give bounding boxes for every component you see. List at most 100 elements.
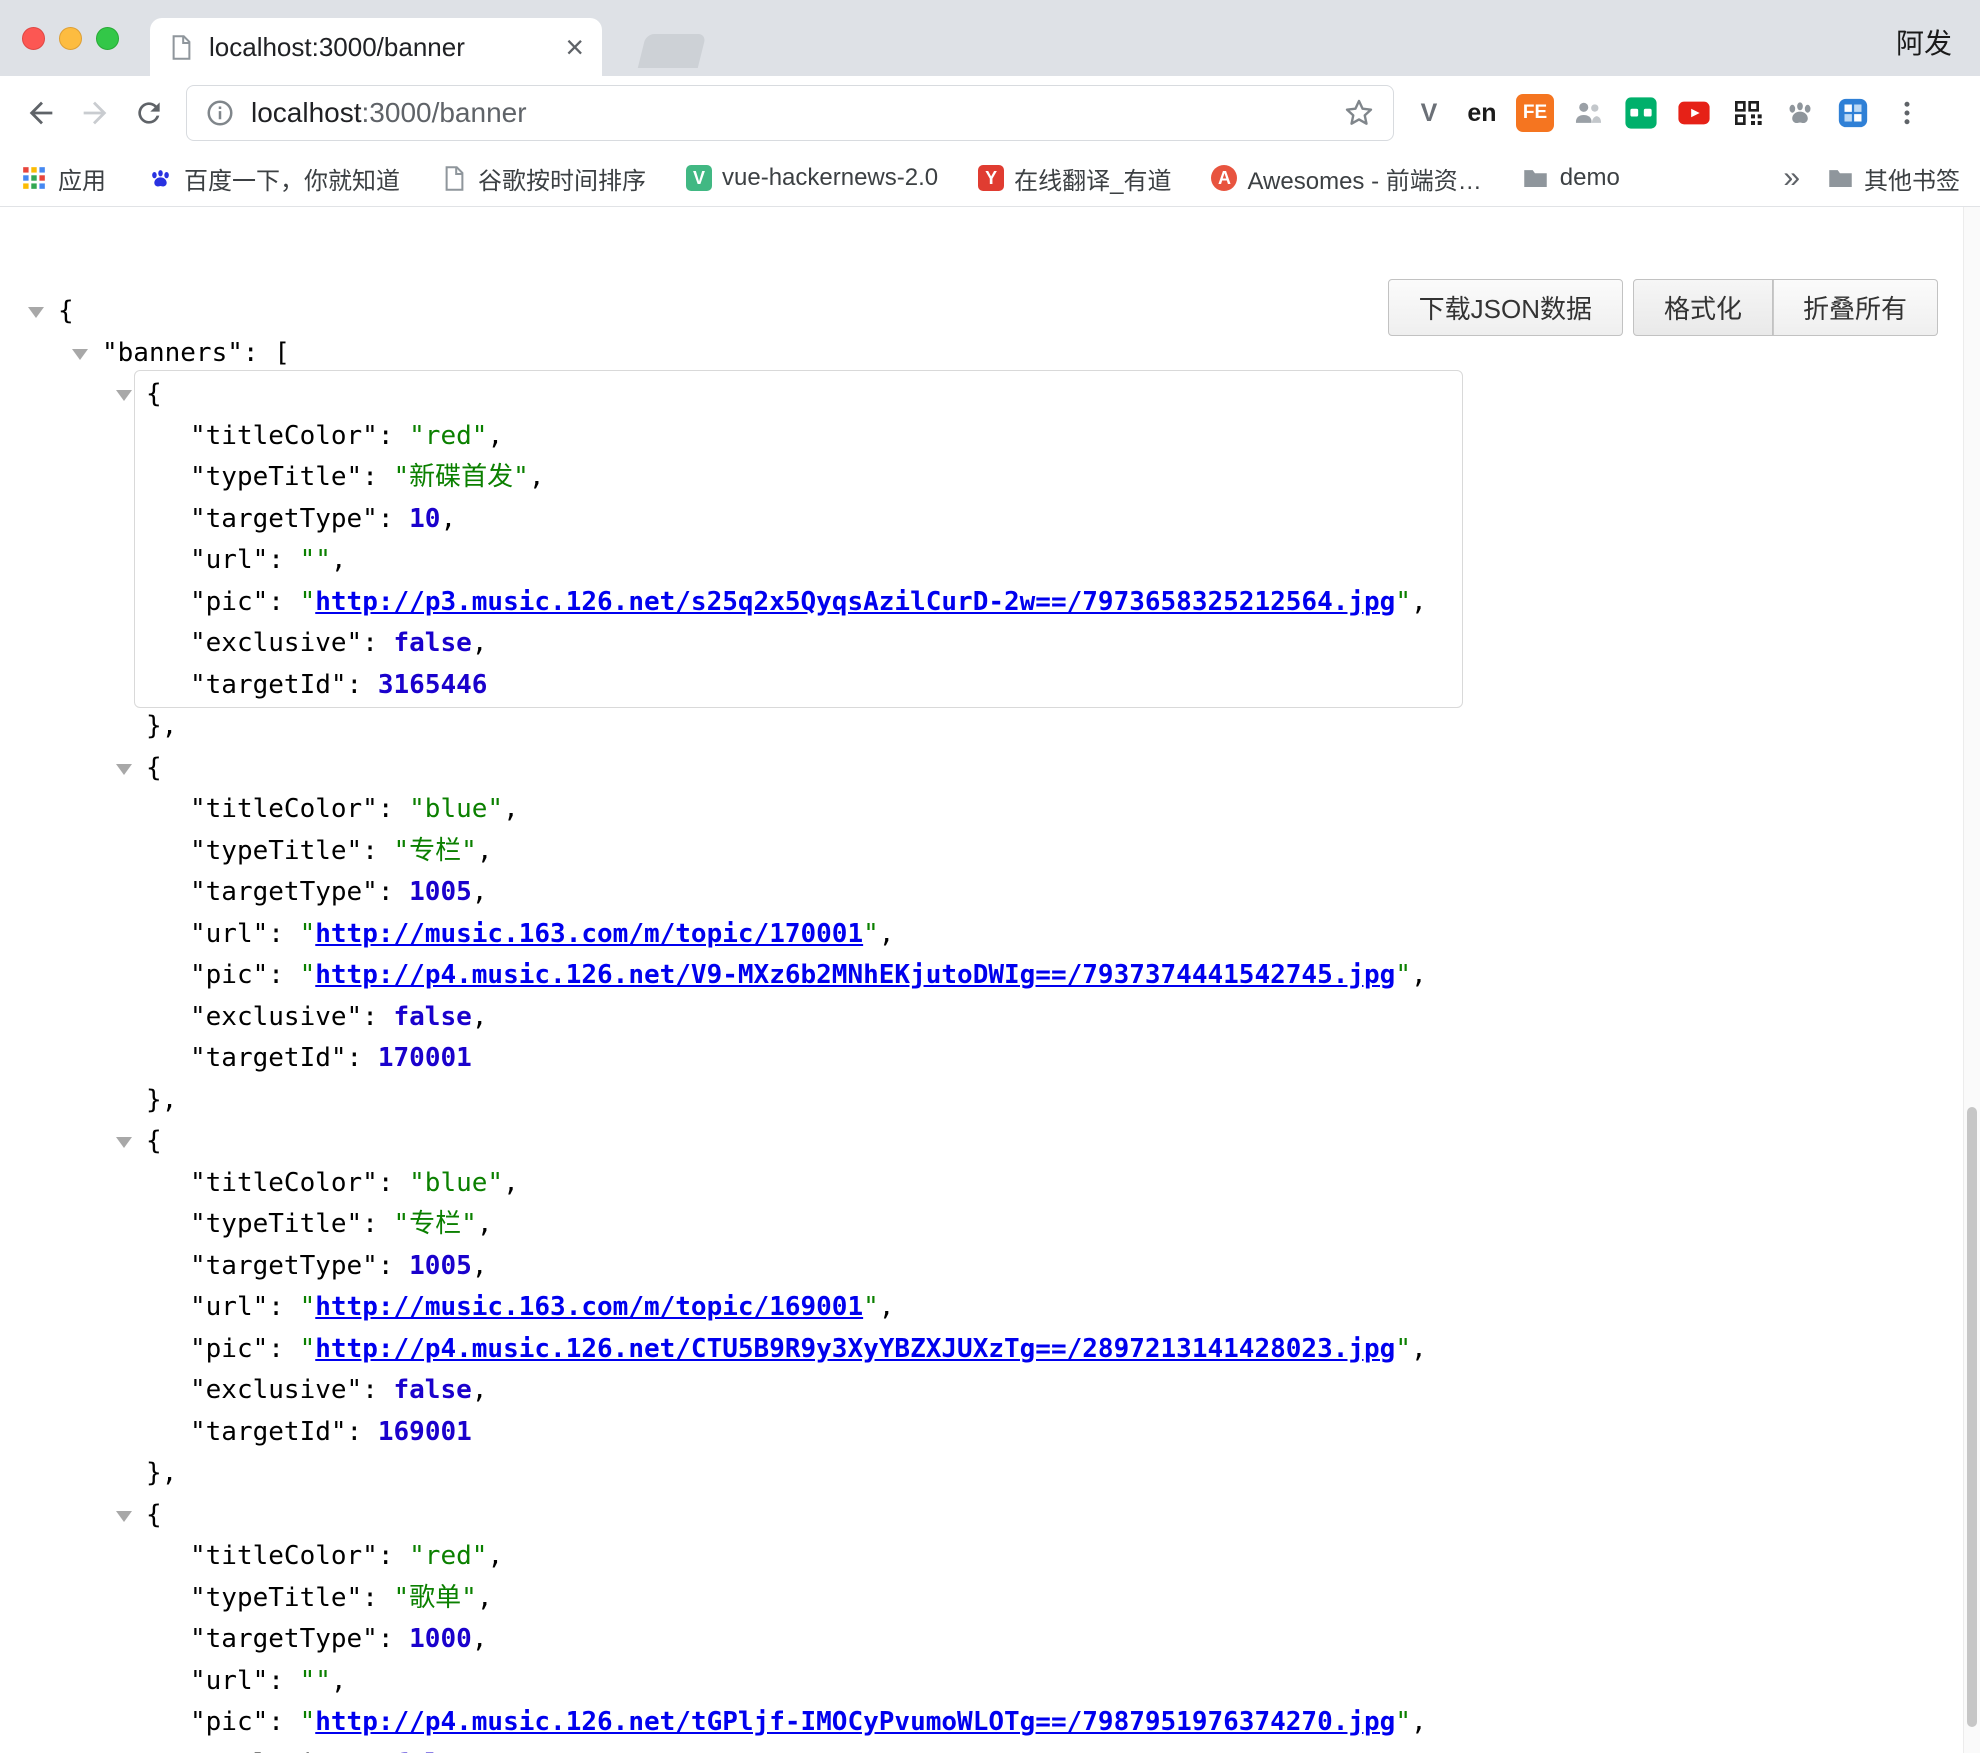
extension-guard-icon[interactable] [1834, 94, 1872, 132]
json-key: "typeTitle" [190, 1583, 362, 1613]
json-brace: }, [146, 711, 177, 741]
extension-org-chart-icon[interactable] [1569, 94, 1607, 132]
page-content: 下载JSON数据 格式化 折叠所有 {"banners": [{"titleCo… [0, 207, 1980, 1753]
json-key: "titleColor" [190, 1168, 378, 1198]
extension-translate-icon[interactable]: en [1463, 94, 1501, 132]
json-comma: , [879, 1292, 895, 1322]
collapse-toggle-icon[interactable] [116, 390, 132, 401]
json-line: "targetId": 170001 [190, 1038, 1427, 1080]
bookmark-item-apps[interactable]: 应用 [20, 161, 106, 196]
json-line: }, [146, 1080, 1963, 1122]
bookmark-item-demo-folder[interactable]: demo [1522, 164, 1620, 192]
collapse-toggle-icon[interactable] [116, 1137, 132, 1148]
json-line: "typeTitle": "专栏", [190, 1204, 1427, 1246]
bookmark-item-page[interactable]: 谷歌按时间排序 [440, 161, 646, 196]
bookmark-label: demo [1560, 164, 1620, 192]
bookmark-item-vue[interactable]: Vvue-hackernews-2.0 [686, 164, 938, 192]
browser-menu-icon[interactable] [1884, 90, 1930, 136]
json-comma: , [477, 1209, 493, 1239]
json-line: }, [146, 706, 1963, 748]
json-object-body: {"titleColor": "red","typeTitle": "新碟首发"… [146, 374, 1435, 706]
collapse-toggle-icon[interactable] [116, 1511, 132, 1522]
other-bookmarks-folder[interactable]: 其他书签 [1826, 161, 1960, 196]
json-key: "targetType" [190, 504, 378, 534]
json-colon: : [243, 338, 274, 368]
json-comma: , [472, 1251, 488, 1281]
json-colon: : [362, 462, 393, 492]
collapse-toggle-icon[interactable] [116, 764, 132, 775]
minimize-window-button[interactable] [59, 27, 82, 50]
json-brace: { [146, 1126, 162, 1156]
json-object-props: "titleColor": "blue","typeTitle": "专栏","… [190, 789, 1427, 1080]
profile-name[interactable]: 阿发 [1896, 22, 1952, 62]
forward-button[interactable] [68, 86, 122, 140]
url-host: localhost [251, 97, 362, 129]
json-key: "targetId" [190, 670, 347, 700]
json-quote: " [863, 1292, 879, 1322]
json-link-value[interactable]: http://music.163.com/m/topic/170001 [315, 919, 863, 949]
json-value-string: "blue" [409, 1168, 503, 1198]
scrollbar-thumb[interactable] [1967, 1107, 1977, 1727]
extension-tampermonkey-icon[interactable] [1622, 94, 1660, 132]
json-comma: , [1411, 587, 1427, 617]
json-object: {"titleColor": "red","typeTitle": "新碟首发"… [146, 374, 1963, 748]
json-colon: : [362, 1002, 393, 1032]
json-line: "targetType": 1005, [190, 872, 1427, 914]
collapse-toggle-icon[interactable] [72, 349, 88, 360]
json-value-string: "blue" [409, 794, 503, 824]
browser-tab[interactable]: localhost:3000/banner × [150, 18, 602, 76]
json-comma: , [1411, 960, 1427, 990]
extension-fe-icon[interactable]: FE [1516, 94, 1554, 132]
extension-paw-icon[interactable] [1781, 94, 1819, 132]
json-link-value[interactable]: http://p4.music.126.net/V9-MXz6b2MNhEKju… [315, 960, 1395, 990]
json-key: "titleColor" [190, 794, 378, 824]
json-comma: , [472, 628, 488, 658]
extension-v-tool-icon[interactable]: V [1410, 94, 1448, 132]
json-line: "url": "", [190, 1661, 1427, 1703]
json-quote: " [300, 587, 316, 617]
collapse-toggle-icon[interactable] [28, 307, 44, 318]
json-comma: , [503, 794, 519, 824]
back-button[interactable] [14, 86, 68, 140]
demo-folder-icon [1522, 164, 1550, 192]
json-link-value[interactable]: http://p4.music.126.net/CTU5B9R9y3XyYBZX… [315, 1334, 1395, 1364]
new-tab-button[interactable] [638, 34, 706, 68]
json-colon: : [268, 960, 299, 990]
json-link-value[interactable]: http://music.163.com/m/topic/169001 [315, 1292, 863, 1322]
bookmark-item-youdao[interactable]: Y在线翻译_有道 [978, 161, 1171, 196]
fullscreen-window-button[interactable] [96, 27, 119, 50]
json-value-number: 1005 [409, 1251, 472, 1281]
bookmark-item-baidu[interactable]: 百度一下，你就知道 [146, 161, 400, 196]
tab-close-icon[interactable]: × [565, 31, 584, 63]
address-bar[interactable]: localhost:3000/banner [186, 85, 1394, 141]
json-quote: " [1395, 587, 1411, 617]
json-value-boolean: false [394, 1375, 472, 1405]
json-key: "url" [190, 545, 268, 575]
bookmark-item-awesomes[interactable]: AAwesomes - 前端资… [1211, 161, 1481, 196]
json-object: {"titleColor": "blue","typeTitle": "专栏",… [146, 1121, 1963, 1495]
reload-button[interactable] [122, 86, 176, 140]
json-link-value[interactable]: http://p3.music.126.net/s25q2x5QyqsAzilC… [315, 587, 1395, 617]
extension-youtube-icon[interactable] [1675, 94, 1713, 132]
bookmark-star-icon[interactable] [1343, 97, 1375, 129]
json-colon: : [268, 1334, 299, 1364]
json-quote: " [300, 1292, 316, 1322]
extension-qr-code-icon[interactable] [1728, 94, 1766, 132]
json-key: "url" [190, 1666, 268, 1696]
json-brace: }, [146, 1085, 177, 1115]
json-tree: {"banners": [{"titleColor": "red","typeT… [0, 207, 1963, 1753]
bookmarks-right: » 其他书签 [1783, 161, 1960, 196]
json-array-inner: {"titleColor": "red","typeTitle": "新碟首发"… [146, 374, 1963, 1753]
page-info-icon[interactable] [205, 98, 235, 128]
scrollbar-track[interactable] [1963, 207, 1980, 1753]
json-colon: : [378, 1168, 409, 1198]
json-value-string: "专栏" [394, 1209, 477, 1239]
json-line: "pic": "http://p3.music.126.net/s25q2x5Q… [190, 582, 1427, 624]
json-comma: , [477, 836, 493, 866]
json-line: "pic": "http://p4.music.126.net/tGPljf-I… [190, 1702, 1427, 1744]
json-line: "targetType": 10, [190, 499, 1427, 541]
json-link-value[interactable]: http://p4.music.126.net/tGPljf-IMOCyPvum… [315, 1707, 1395, 1737]
close-window-button[interactable] [22, 27, 45, 50]
bookmarks-overflow-icon[interactable]: » [1783, 161, 1800, 195]
bookmark-label: vue-hackernews-2.0 [722, 164, 938, 192]
